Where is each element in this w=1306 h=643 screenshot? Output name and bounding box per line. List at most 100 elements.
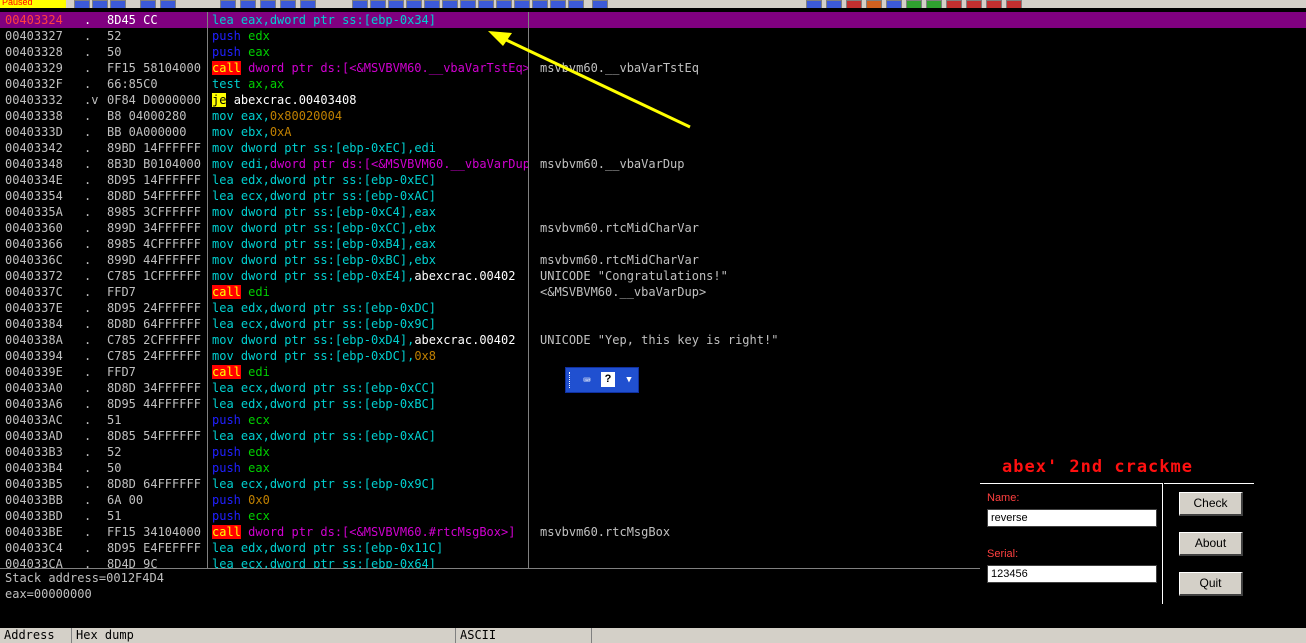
hex-cell: FF15 58104000 (107, 61, 201, 75)
hex-cell: 899D 44FFFFFF (107, 253, 201, 267)
open-button[interactable] (74, 0, 90, 8)
pause-button[interactable] (160, 0, 176, 8)
options-button[interactable] (592, 0, 608, 8)
floating-toolbar[interactable]: ⌨ ? ▼ (565, 367, 639, 393)
trace-over-button[interactable] (280, 0, 296, 8)
plugin-button-5[interactable] (886, 0, 902, 8)
quit-button[interactable]: Quit (1179, 572, 1243, 596)
disasm-row[interactable]: 0040334E. 8D95 14FFFFFF lea edx,dword ptr … (0, 172, 1306, 188)
source-window-button[interactable] (568, 0, 584, 8)
disasm-row[interactable]: 0040338A. C785 2CFFFFFF mov dword ptr ss:[… (0, 332, 1306, 348)
disasm-row[interactable]: 00403384. 8D8D 64FFFFFF lea ecx,dword ptr … (0, 316, 1306, 332)
restart-button[interactable] (92, 0, 108, 8)
disasm-row[interactable]: 00403366. 8985 4CFFFFFF mov dword ptr ss:[… (0, 236, 1306, 252)
check-button[interactable]: Check (1178, 491, 1244, 517)
hex-cell: 8D95 24FFFFFF (107, 301, 201, 315)
dump-col-address[interactable]: Address (0, 628, 72, 643)
run-trace-window-button[interactable] (550, 0, 566, 8)
address-cell: 00403366 (5, 237, 63, 251)
eax-value-text: eax=00000000 (5, 587, 92, 601)
plugin-button-2[interactable] (826, 0, 842, 8)
step-over-button[interactable] (240, 0, 256, 8)
address-cell: 0040335A (5, 205, 63, 219)
operand: dword ptr ss:[ebp-0xEC],edi (240, 141, 436, 155)
disasm-row[interactable]: 0040339E. FFD7 call edi (0, 364, 1306, 380)
hex-cell: 50 (107, 45, 122, 59)
plugin-button-6[interactable] (906, 0, 922, 8)
modules-window-button[interactable] (370, 0, 386, 8)
hex-cell: 8985 4CFFFFFF (107, 237, 201, 251)
disasm-row[interactable]: 00403354. 8D8D 54FFFFFF lea ecx,dword ptr … (0, 188, 1306, 204)
plugin-button-8[interactable] (946, 0, 962, 8)
patches-window-button[interactable] (478, 0, 494, 8)
grip-handle[interactable] (569, 372, 573, 388)
plugin-button-10[interactable] (986, 0, 1002, 8)
disasm-row[interactable]: 004033AC. 51 push ecx (0, 412, 1306, 428)
trace-into-button[interactable] (260, 0, 276, 8)
operand: ecx,dword ptr ss:[ebp-0xAC] (240, 189, 436, 203)
disasm-row[interactable]: 00403332 .v 0F84 D0000000 je abexcrac.00403… (0, 92, 1306, 108)
disasm-row[interactable]: 00403327. 52 push edx (0, 28, 1306, 44)
hex-cell: 899D 34FFFFFF (107, 221, 201, 235)
execute-till-return-button[interactable] (300, 0, 316, 8)
log-window-button[interactable] (352, 0, 368, 8)
disasm-row[interactable]: 004033AD. 8D85 54FFFFFF lea eax,dword ptr … (0, 428, 1306, 444)
plugin-button-3[interactable] (846, 0, 862, 8)
mnemonic: test (212, 77, 241, 91)
plugin-button-1[interactable] (806, 0, 822, 8)
selected-row[interactable]: 00403324. 8D45 CC lea eax,dword ptr ss:[eb… (0, 12, 1306, 28)
help-icon[interactable]: ? (601, 372, 615, 387)
flow-mark: . (84, 125, 92, 139)
disasm-row[interactable]: 00403372. C785 1CFFFFFF mov dword ptr ss:[… (0, 268, 1306, 284)
comment-cell: msvbvm60.rtcMsgBox (540, 525, 671, 539)
call-stack-window-button[interactable] (496, 0, 512, 8)
chevron-down-icon[interactable]: ▼ (624, 372, 634, 388)
disasm-row[interactable]: 0040336C. 899D 44FFFFFF mov dword ptr ss:[… (0, 252, 1306, 268)
breakpoints-window-button[interactable] (514, 0, 530, 8)
disasm-row[interactable]: 0040332F. 66:85C0 test ax,ax (0, 76, 1306, 92)
plugin-button-11[interactable] (1006, 0, 1022, 8)
disasm-row[interactable]: 00403329. FF15 58104000 call dword ptr ds:… (0, 60, 1306, 76)
address-cell: 00403329 (5, 61, 63, 75)
disasm-row[interactable]: 0040337C. FFD7 call edi <&MSVBVM60.__vbaVar… (0, 284, 1306, 300)
address-cell: 00403394 (5, 349, 63, 363)
disasm-row[interactable]: 00403338. B8 04000280 mov eax,0x80020004 (0, 108, 1306, 124)
flow-mark: . (84, 157, 92, 171)
disasm-row[interactable]: 004033A6. 8D95 44FFFFFF lea edx,dword ptr … (0, 396, 1306, 412)
mnemonic: lea (212, 557, 234, 568)
disasm-row[interactable]: 0040333D. BB 0A000000 mov ebx,0xA (0, 124, 1306, 140)
threads-window-button[interactable] (406, 0, 422, 8)
disasm-row[interactable]: 0040337E. 8D95 24FFFFFF lea edx,dword ptr … (0, 300, 1306, 316)
about-button[interactable]: About (1179, 532, 1243, 556)
address-cell: 00403342 (5, 141, 63, 155)
instruction-cell: lea edx,dword ptr ss:[ebp-0xEC] (212, 172, 528, 188)
keyboard-icon[interactable]: ⌨ (579, 373, 595, 387)
disasm-row[interactable]: 00403342. 89BD 14FFFFFF mov dword ptr ss:[… (0, 140, 1306, 156)
flow-mark: . (84, 237, 92, 251)
serial-field[interactable]: 123456 (987, 565, 1157, 583)
cpu-window-button[interactable] (460, 0, 476, 8)
plugin-button-9[interactable] (966, 0, 982, 8)
windows-window-button[interactable] (424, 0, 440, 8)
dump-col-hexdump[interactable]: Hex dump (72, 628, 456, 643)
disasm-row[interactable]: 00403348. 8B3D B0104000 mov edi,dword ptr … (0, 156, 1306, 172)
disasm-row[interactable]: 004033A0. 8D8D 34FFFFFF lea ecx,dword ptr … (0, 380, 1306, 396)
instruction-cell: lea edx,dword ptr ss:[ebp-0x11C] (212, 540, 528, 556)
hex-cell: 8D45 CC (107, 13, 158, 27)
disasm-row[interactable]: 00403394. C785 24FFFFFF mov dword ptr ss:[… (0, 348, 1306, 364)
flow-mark: . (84, 45, 92, 59)
references-window-button[interactable] (532, 0, 548, 8)
mnemonic: lea (212, 301, 234, 315)
dump-col-ascii[interactable]: ASCII (456, 628, 592, 643)
name-field[interactable]: reverse (987, 509, 1157, 527)
step-into-button[interactable] (220, 0, 236, 8)
close-button[interactable] (110, 0, 126, 8)
disasm-row[interactable]: 00403360. 899D 34FFFFFF mov dword ptr ss:[… (0, 220, 1306, 236)
disasm-row[interactable]: 0040335A. 8985 3CFFFFFF mov dword ptr ss:[… (0, 204, 1306, 220)
run-button[interactable] (140, 0, 156, 8)
plugin-button-7[interactable] (926, 0, 942, 8)
memory-window-button[interactable] (388, 0, 404, 8)
handles-window-button[interactable] (442, 0, 458, 8)
disasm-row[interactable]: 00403328. 50 push eax (0, 44, 1306, 60)
plugin-button-4[interactable] (866, 0, 882, 8)
